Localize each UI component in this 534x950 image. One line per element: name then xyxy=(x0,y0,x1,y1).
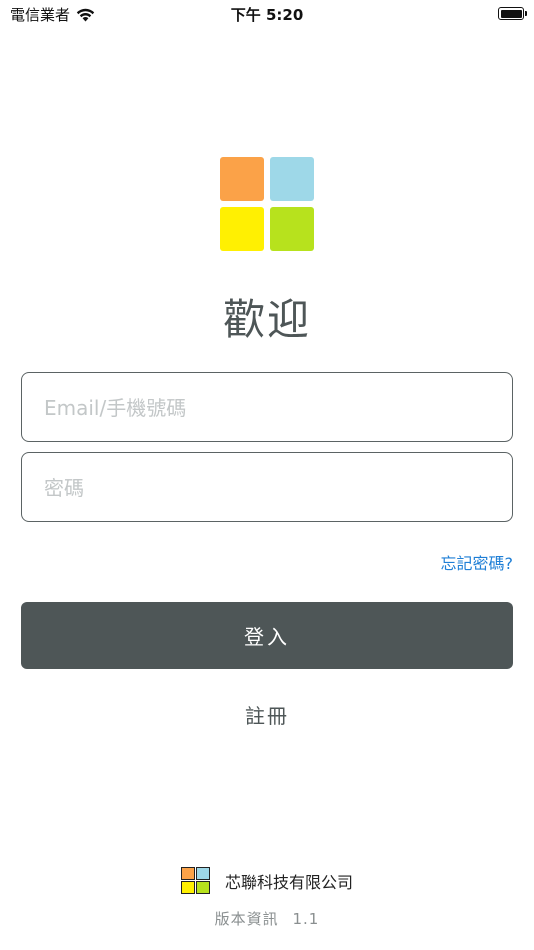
account-field[interactable] xyxy=(21,372,513,443)
forgot-password-link[interactable]: 忘記密碼? xyxy=(441,550,514,574)
company-logo-icon xyxy=(180,867,211,895)
register-link[interactable]: 註冊 xyxy=(0,700,534,729)
status-time: 下午 5:20 xyxy=(230,6,304,24)
logo-square-orange xyxy=(220,157,264,201)
password-input[interactable] xyxy=(42,453,496,523)
status-bar: 電信業者 下午 5:20 xyxy=(0,0,534,28)
login-button[interactable]: 登入 xyxy=(21,602,513,669)
welcome-title: 歡迎 xyxy=(222,295,311,344)
version-label: 版本資訊 xyxy=(214,910,279,928)
account-input[interactable] xyxy=(42,373,496,443)
logo-square-blue xyxy=(270,157,314,201)
version-number: 1.1 xyxy=(292,910,320,928)
company-name: 芯聯科技有限公司 xyxy=(224,873,353,892)
logo-square-green xyxy=(270,207,314,251)
logo-square-yellow xyxy=(220,207,264,251)
company-info: 芯聯科技有限公司 xyxy=(0,867,534,895)
app-logo xyxy=(220,157,315,252)
password-field[interactable] xyxy=(21,452,513,523)
version-info: 版本資訊 1.1 xyxy=(0,908,534,929)
battery-icon xyxy=(498,7,527,20)
